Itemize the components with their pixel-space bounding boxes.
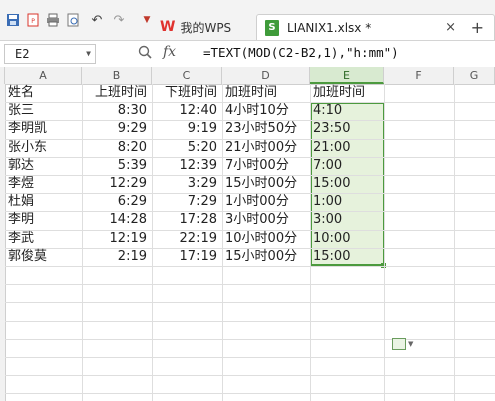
gridline-horizontal [5, 302, 495, 304]
cell-overtime-text[interactable]: 7小时00分 [223, 157, 310, 175]
column-header-g[interactable]: G [454, 67, 495, 84]
chevron-down-icon[interactable]: ▼ [86, 45, 91, 63]
cell-name[interactable]: 张三 [6, 102, 82, 120]
cell-end-time[interactable]: 5:20 [153, 139, 222, 157]
close-tab-icon[interactable]: × [445, 20, 456, 35]
cell-name[interactable]: 张小东 [6, 139, 82, 157]
paste-options-icon [392, 338, 406, 350]
cell-overtime-hmm[interactable]: 7:00 [311, 157, 384, 175]
header-cell-end-time[interactable]: 下班时间 [153, 84, 222, 102]
header-cell-name[interactable]: 姓名 [6, 84, 82, 102]
paste-options-button[interactable]: ▼ [392, 337, 416, 351]
formula-input[interactable]: =TEXT(MOD(C2-B2,1),"h:mm") [203, 45, 399, 60]
cell-overtime-text[interactable]: 3小时00分 [223, 211, 310, 229]
spreadsheet-grid[interactable]: A B C D E F G 姓名 上班时间 下班时间 加班时间 加班时间 张三 8:30 12… [0, 67, 495, 401]
spreadsheet-file-icon: S [265, 19, 279, 36]
export-pdf-icon[interactable]: P [24, 11, 42, 29]
tab-file[interactable]: S LIANIX1.xlsx * × + [256, 14, 495, 40]
cell-overtime-hmm[interactable]: 23:50 [311, 120, 384, 138]
cell-start-time[interactable]: 2:19 [83, 248, 152, 266]
cell-end-time[interactable]: 3:29 [153, 175, 222, 193]
tab-file-label: LIANIX1.xlsx * [287, 20, 372, 35]
title-toolbar: P ↶ ↷ ▼ W 我的WPS S LIANIX1.xlsx * × + [0, 0, 495, 41]
print-preview-icon[interactable] [64, 11, 82, 29]
cell-end-time[interactable]: 7:29 [153, 193, 222, 211]
cell-reference: E2 [15, 47, 30, 61]
cell-end-time[interactable]: 17:28 [153, 211, 222, 229]
column-header-b[interactable]: B [82, 67, 152, 84]
cell-overtime-text[interactable]: 23小时50分 [223, 120, 310, 138]
cell-overtime-text[interactable]: 1小时00分 [223, 193, 310, 211]
cell-overtime-hmm[interactable]: 15:00 [311, 175, 384, 193]
column-header-d[interactable]: D [222, 67, 310, 84]
cell-name[interactable]: 李明凯 [6, 120, 82, 138]
gridline-horizontal [5, 284, 495, 286]
cell-end-time[interactable]: 17:19 [153, 248, 222, 266]
cell-overtime-hmm[interactable]: 10:00 [311, 230, 384, 248]
gridline-horizontal [5, 320, 495, 322]
cell-overtime-hmm[interactable]: 21:00 [311, 139, 384, 157]
column-header-a[interactable]: A [5, 67, 82, 84]
cell-overtime-text[interactable]: 15小时00分 [223, 248, 310, 266]
cell-overtime-hmm[interactable]: 1:00 [311, 193, 384, 211]
tab-my-wps-label: 我的WPS [180, 20, 232, 35]
cell-start-time[interactable]: 5:39 [83, 157, 152, 175]
save-icon[interactable] [4, 11, 22, 29]
wps-logo-icon: W [160, 19, 176, 35]
insert-function-icon[interactable]: fx [163, 44, 176, 60]
svg-text:P: P [31, 18, 35, 25]
header-cell-overtime-hmm[interactable]: 加班时间 [311, 84, 384, 102]
column-header-c[interactable]: C [152, 67, 222, 84]
cell-overtime-text[interactable]: 10小时00分 [223, 230, 310, 248]
cell-start-time[interactable]: 8:30 [83, 102, 152, 120]
cell-overtime-text[interactable]: 4小时10分 [223, 102, 310, 120]
new-tab-icon[interactable]: + [471, 18, 484, 37]
tab-my-wps[interactable]: W 我的WPS [160, 14, 250, 40]
cell-overtime-text[interactable]: 15小时00分 [223, 175, 310, 193]
gridline-horizontal [5, 266, 495, 267]
cell-name[interactable]: 李明 [6, 211, 82, 229]
cell-start-time[interactable]: 6:29 [83, 193, 152, 211]
redo-icon[interactable]: ↷ [110, 11, 128, 29]
cell-start-time[interactable]: 8:20 [83, 139, 152, 157]
gridline-horizontal [5, 375, 495, 377]
column-header-e[interactable]: E [310, 67, 384, 84]
header-cell-overtime-text[interactable]: 加班时间 [223, 84, 310, 102]
cell-end-time[interactable]: 12:40 [153, 102, 222, 120]
cell-start-time[interactable]: 14:28 [83, 211, 152, 229]
formula-bar: E2 ▼ fx =TEXT(MOD(C2-B2,1),"h:mm") [0, 41, 495, 68]
undo-icon[interactable]: ↶ [88, 11, 106, 29]
cell-name[interactable]: 李武 [6, 230, 82, 248]
cell-end-time[interactable]: 9:19 [153, 120, 222, 138]
customize-toolbar-icon[interactable]: ▼ [138, 11, 156, 29]
gridline-horizontal [5, 393, 495, 395]
cell-name[interactable]: 郭俊莫 [6, 248, 82, 266]
cell-name[interactable]: 李煜 [6, 175, 82, 193]
cell-name[interactable]: 郭达 [6, 157, 82, 175]
chevron-down-icon: ▼ [408, 340, 414, 348]
header-cell-start-time[interactable]: 上班时间 [83, 84, 152, 102]
gridline-vertical [454, 84, 455, 401]
cell-overtime-hmm[interactable]: 15:00 [311, 248, 384, 266]
cell-end-time[interactable]: 22:19 [153, 230, 222, 248]
cell-overtime-hmm[interactable]: 4:10 [311, 102, 384, 120]
cell-overtime-text[interactable]: 21小时00分 [223, 139, 310, 157]
cell-name[interactable]: 杜娟 [6, 193, 82, 211]
gridline-horizontal [5, 357, 495, 358]
name-box[interactable]: E2 ▼ [4, 44, 96, 64]
cell-start-time[interactable]: 12:19 [83, 230, 152, 248]
column-header-row: A B C D E F G [0, 67, 495, 85]
cell-start-time[interactable]: 12:29 [83, 175, 152, 193]
column-header-f[interactable]: F [384, 67, 454, 84]
zoom-icon[interactable] [138, 45, 152, 63]
print-icon[interactable] [44, 11, 62, 29]
cell-end-time[interactable]: 12:39 [153, 157, 222, 175]
cell-start-time[interactable]: 9:29 [83, 120, 152, 138]
gridline-horizontal [5, 338, 495, 340]
gridline-vertical [384, 84, 385, 401]
cell-overtime-hmm[interactable]: 3:00 [311, 211, 384, 229]
